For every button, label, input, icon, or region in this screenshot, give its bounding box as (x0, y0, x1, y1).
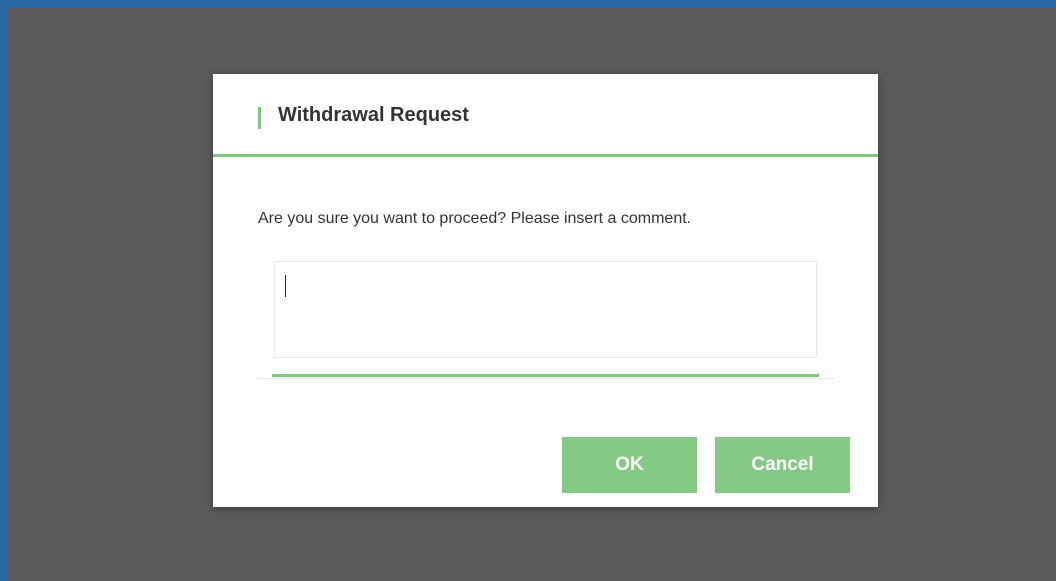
dialog-title: Withdrawal Request (278, 104, 469, 126)
content-divider (258, 378, 835, 379)
ok-button[interactable]: OK (562, 437, 697, 493)
withdrawal-request-dialog: Withdrawal Request Are you sure you want… (213, 74, 878, 507)
dialog-message: Are you sure you want to proceed? Please… (258, 210, 692, 227)
comment-textarea[interactable] (274, 261, 817, 358)
title-accent-bar (258, 107, 261, 129)
dialog-header: Withdrawal Request (213, 74, 878, 157)
text-cursor (285, 275, 286, 297)
comment-focus-underline (272, 374, 819, 377)
cancel-button[interactable]: Cancel (715, 437, 850, 493)
